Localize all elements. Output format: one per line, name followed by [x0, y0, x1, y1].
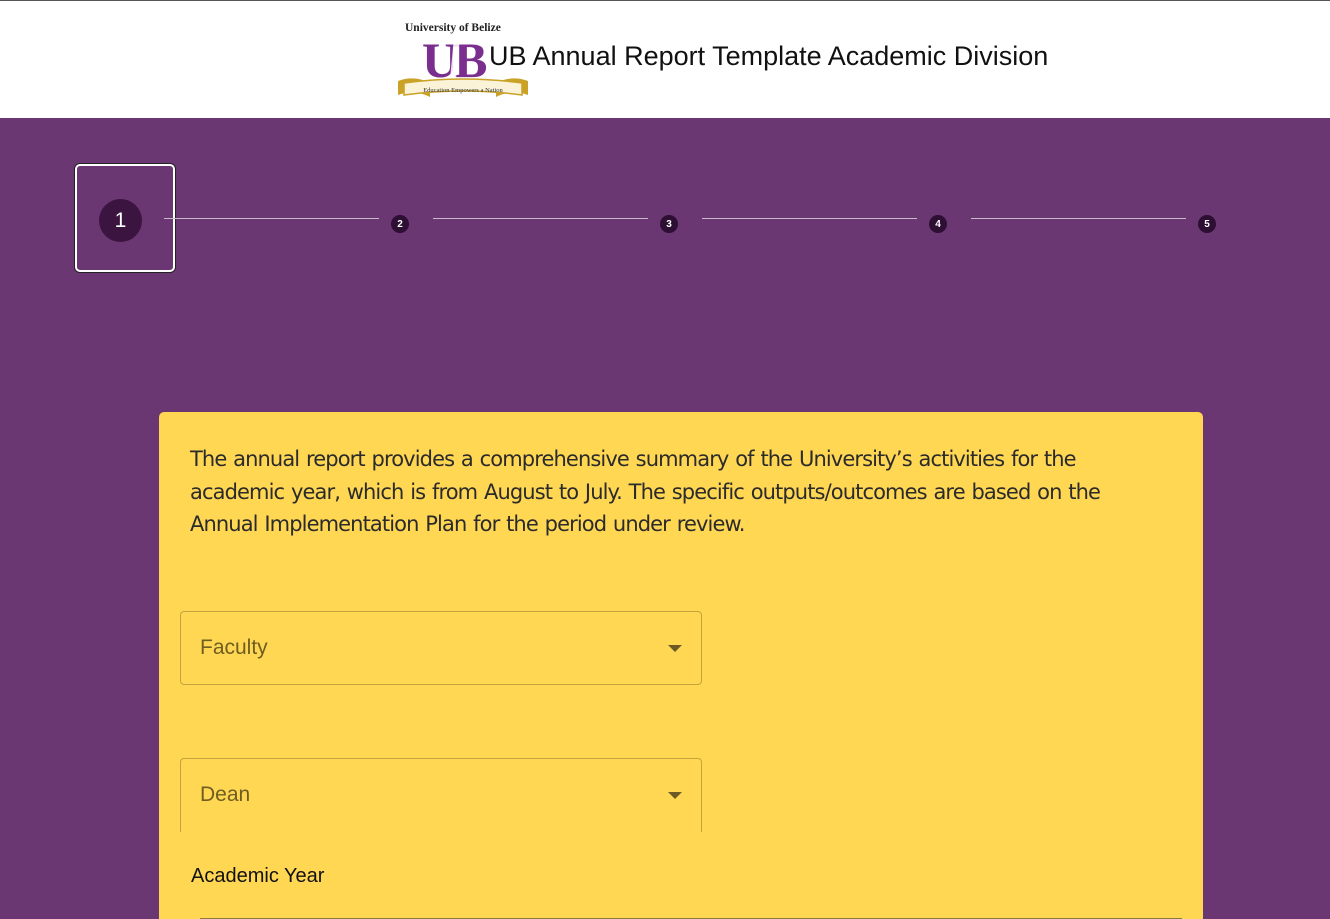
step-3-indicator[interactable]: 3: [660, 215, 678, 233]
academic-year-input[interactable]: [200, 914, 1182, 919]
step-connector-3-4: [702, 218, 917, 219]
chevron-down-icon: [668, 792, 682, 799]
intro-paragraph: The annual report provides a comprehensi…: [190, 447, 1101, 536]
progress-stepper: 1 2 3 4 5: [0, 118, 1330, 318]
page-title: UB Annual Report Template Academic Divis…: [489, 41, 1049, 71]
step-4-indicator[interactable]: 4: [929, 215, 947, 233]
step-5-indicator[interactable]: 5: [1198, 215, 1216, 233]
faculty-select-label: Faculty: [200, 636, 268, 659]
step-connector-4-5: [971, 218, 1186, 219]
form-card: The annual report provides a comprehensi…: [159, 412, 1203, 919]
step-connector-2-3: [433, 218, 648, 219]
faculty-select[interactable]: Faculty: [180, 611, 702, 685]
chevron-down-icon: [668, 645, 682, 652]
app-header: University of Belize UB Education Empowe…: [0, 0, 1330, 118]
step-connector-1-2: [164, 218, 379, 219]
logo-ribbon-text: Education Empowers a Nation: [423, 87, 503, 94]
dean-select[interactable]: Dean: [180, 758, 702, 832]
step-1-indicator[interactable]: 1: [99, 199, 142, 242]
step-2-indicator[interactable]: 2: [391, 215, 409, 233]
academic-year-label: Academic Year: [191, 865, 325, 887]
dean-select-label: Dean: [200, 783, 251, 806]
